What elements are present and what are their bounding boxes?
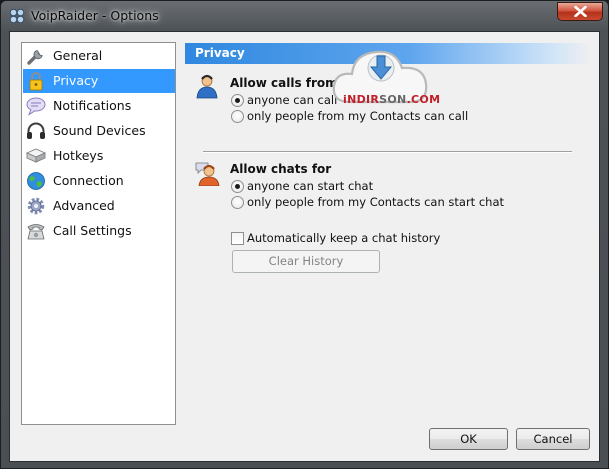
checkbox-label: Automatically keep a chat history	[247, 231, 441, 245]
sidebar-item-label: Sound Devices	[53, 123, 146, 138]
window-title: VoipRaider - Options	[31, 8, 159, 23]
keyboard-key-icon	[25, 148, 47, 163]
clear-history-button[interactable]: Clear History	[232, 250, 380, 273]
sidebar-nav: General Privacy Notifications Sound Devi…	[21, 42, 176, 425]
sidebar-item-label: Privacy	[53, 73, 99, 88]
voipraider-logo-icon	[9, 8, 25, 24]
section-divider	[203, 151, 572, 153]
sidebar-item-label: Call Settings	[53, 223, 132, 238]
allow-calls-title: Allow calls from	[230, 76, 338, 90]
sidebar-item-label: Hotkeys	[53, 148, 104, 163]
sidebar-item-connection[interactable]: Connection	[23, 169, 175, 193]
headset-icon	[27, 122, 45, 139]
sidebar-item-privacy[interactable]: Privacy	[23, 69, 175, 93]
user-chat-icon	[195, 162, 220, 186]
options-content: General Privacy Notifications Sound Devi…	[9, 31, 600, 462]
wrench-icon	[27, 50, 43, 65]
close-icon	[574, 6, 587, 17]
radio-dot[interactable]	[231, 180, 244, 193]
cancel-button[interactable]: Cancel	[516, 428, 590, 450]
sidebar-item-label: Notifications	[53, 98, 132, 113]
title-bar[interactable]: VoipRaider - Options	[1, 1, 608, 31]
watermark-brand: iNDIRSON.COM	[343, 93, 441, 106]
phone-icon	[27, 224, 45, 240]
radio-label: anyone can start chat	[247, 179, 374, 193]
close-button[interactable]	[557, 2, 603, 21]
checkbox-box[interactable]	[231, 232, 244, 245]
options-window: VoipRaider - Options General Privacy Not…	[0, 0, 609, 469]
radio-dot[interactable]	[231, 110, 244, 123]
sidebar-item-notifications[interactable]: Notifications	[23, 94, 175, 118]
allow-chats-title: Allow chats for	[230, 162, 332, 176]
sidebar-item-call-settings[interactable]: Call Settings	[23, 219, 175, 243]
sidebar-item-hotkeys[interactable]: Hotkeys	[23, 144, 175, 168]
globe-icon	[27, 172, 45, 190]
padlock-icon	[29, 72, 43, 91]
calls-anyone-radio[interactable]: anyone can call	[231, 93, 337, 109]
keep-chat-history-checkbox[interactable]: Automatically keep a chat history	[231, 231, 440, 247]
radio-dot[interactable]	[231, 94, 244, 107]
speech-bubble-icon	[26, 97, 46, 116]
sidebar-item-label: Advanced	[53, 198, 115, 213]
sidebar-item-general[interactable]: General	[23, 44, 175, 68]
chats-anyone-radio[interactable]: anyone can start chat	[231, 179, 373, 195]
radio-label: only people from my Contacts can start c…	[247, 195, 505, 209]
sidebar-item-label: General	[53, 48, 103, 63]
chats-contacts-only-radio[interactable]: only people from my Contacts can start c…	[231, 195, 504, 211]
radio-label: anyone can call	[247, 93, 338, 107]
sidebar-item-sound-devices[interactable]: Sound Devices	[23, 119, 175, 143]
radio-dot[interactable]	[231, 196, 244, 209]
ok-button[interactable]: OK	[429, 428, 508, 450]
sidebar-item-label: Connection	[53, 173, 124, 188]
panel-title: Privacy	[195, 46, 245, 60]
gear-icon	[27, 197, 45, 215]
user-call-icon	[196, 74, 218, 99]
sidebar-item-advanced[interactable]: Advanced	[23, 194, 175, 218]
